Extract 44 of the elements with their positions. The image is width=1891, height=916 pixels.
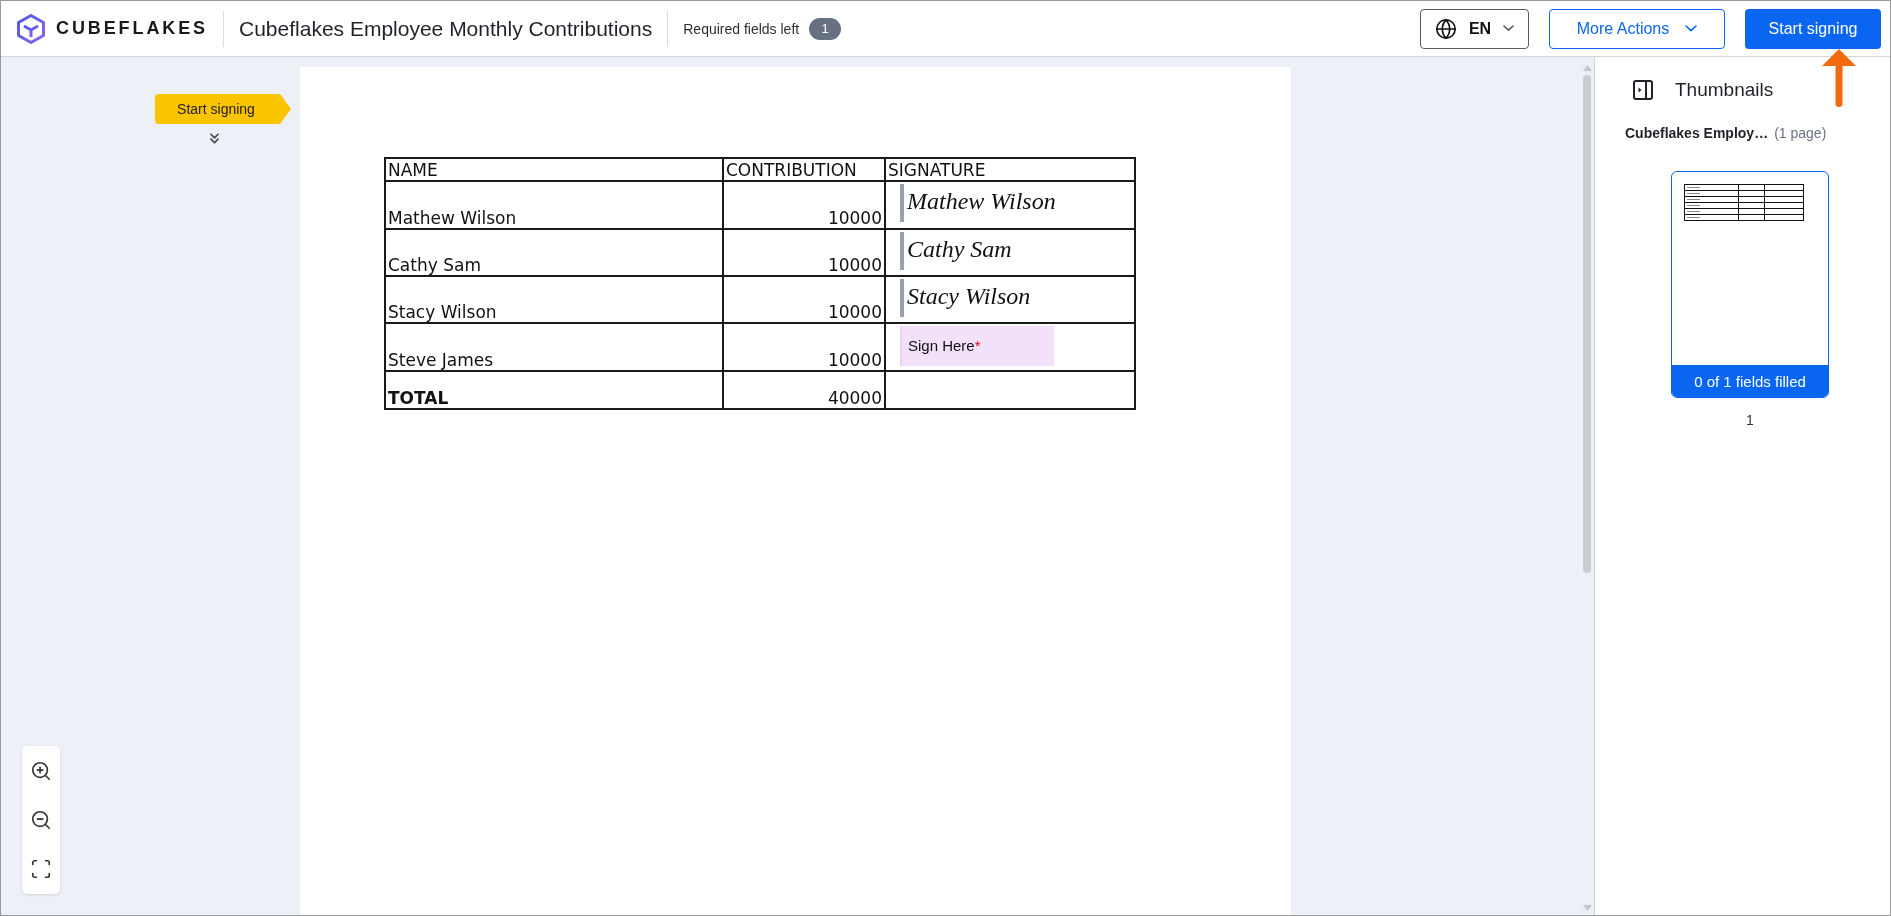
sign-here-field[interactable]: Sign Here* (900, 326, 1054, 366)
more-actions-button[interactable]: More Actions (1549, 8, 1725, 49)
caret-icon (1503, 25, 1515, 32)
table-cell: Stacy Wilson (385, 276, 723, 323)
signature-text: Cathy Sam (907, 235, 1012, 263)
start-signing-tag[interactable]: Start signing (155, 94, 291, 124)
scrollbar-thumb[interactable] (1583, 75, 1591, 573)
caret-icon (1685, 25, 1698, 32)
fit-screen-icon[interactable] (30, 858, 52, 881)
start-signing-button[interactable]: Start signing (1745, 8, 1881, 49)
document-title: Cubeflakes Employee Monthly Contributions (239, 16, 653, 41)
vertical-bar-icon (900, 279, 904, 317)
table-cell: TOTAL (385, 371, 723, 409)
table-cell: 10000 (723, 181, 885, 229)
logo-text: CUBEFLAKES (56, 18, 208, 39)
required-count-badge: 1 (809, 17, 842, 40)
page-number: 1 (1746, 412, 1754, 428)
page-count: (1 page) (1774, 125, 1827, 141)
fields-status: 0 of 1 fields filled (1672, 365, 1828, 397)
table-cell: Cathy Sam (385, 229, 723, 276)
signature-text: Stacy Wilson (907, 282, 1031, 310)
column-header: NAME (385, 158, 723, 181)
table-cell: 10000 (723, 276, 885, 323)
document-name: Cubeflakes Employ… (1625, 125, 1769, 141)
language-button[interactable]: EN (1420, 8, 1529, 49)
cube-logo-icon (17, 13, 45, 44)
vertical-bar-icon (900, 232, 904, 270)
column-header: CONTRIBUTION (723, 158, 885, 181)
zoom-in-icon[interactable] (30, 759, 52, 782)
required-fields-label: Required fields left (683, 20, 800, 37)
table-cell: Steve James (385, 323, 723, 371)
up-arrow-icon (1821, 49, 1857, 107)
panel-title: Thumbnails (1675, 79, 1774, 101)
table-cell: Mathew Wilson (385, 181, 723, 229)
zoom-out-icon[interactable] (30, 809, 52, 831)
page-thumbnail[interactable]: 0 of 1 fields filled (1671, 171, 1829, 398)
signature-text: Mathew Wilson (907, 187, 1056, 215)
column-header: SIGNATURE (885, 158, 1135, 181)
table-cell: 10000 (723, 229, 885, 276)
table-cell: 40000 (723, 371, 885, 409)
vertical-bar-icon (900, 184, 904, 222)
globe-icon (1434, 17, 1457, 40)
panel-icon[interactable] (1633, 80, 1653, 100)
table-cell: 10000 (723, 323, 885, 371)
